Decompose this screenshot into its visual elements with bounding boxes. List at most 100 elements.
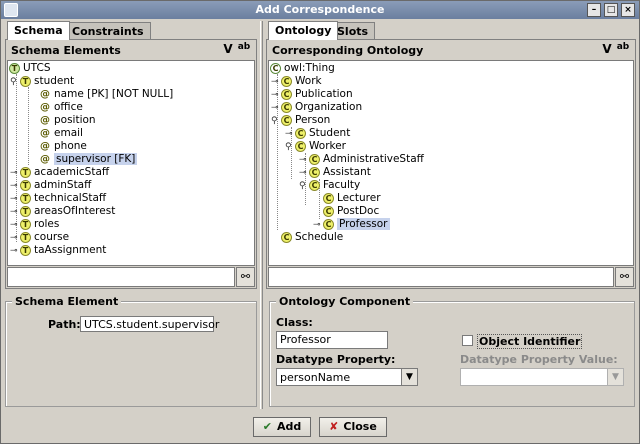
- table-icon: T: [20, 231, 31, 243]
- expanded-handle-icon[interactable]: ⚲: [10, 76, 20, 89]
- tree-node-technicalstaff[interactable]: ⊸ TtechnicalStaff: [10, 192, 106, 205]
- object-identifier-label[interactable]: Object Identifier: [477, 334, 583, 349]
- ab-sort-icon[interactable]: ab: [237, 42, 251, 58]
- class-icon: C: [281, 114, 292, 126]
- datatype-value-label: Datatype Property Value:: [460, 353, 618, 366]
- expanded-handle-icon[interactable]: ⚲: [285, 141, 295, 154]
- tree-node-organization[interactable]: ⊸ C Organization: [271, 101, 362, 114]
- datatype-property-select[interactable]: personName ▼: [276, 368, 418, 386]
- ontology-component-group-title: Ontology Component: [276, 295, 414, 308]
- tree-node-phone[interactable]: @ phone: [40, 140, 87, 153]
- tree-node-student[interactable]: ⊸ C Student: [285, 127, 350, 140]
- tree-node-office[interactable]: @ office: [40, 101, 83, 114]
- tree-node-faculty[interactable]: ⚲ C Faculty: [299, 179, 360, 192]
- tree-node-work[interactable]: ⊸ C Work: [271, 75, 322, 88]
- chevron-down-icon[interactable]: ▼: [607, 369, 623, 385]
- ontology-tabs: Ontology Slots: [266, 21, 636, 40]
- tree-node-postdoc[interactable]: C PostDoc: [323, 205, 379, 218]
- table-icon: T: [20, 179, 31, 191]
- close-button[interactable]: ✘ Close: [319, 417, 387, 437]
- collapsed-handle-icon[interactable]: ⊸: [10, 245, 20, 258]
- tree-node-owl-thing[interactable]: Cowl:Thing: [270, 62, 335, 75]
- ontology-search-row: ⚯: [268, 267, 634, 287]
- window-title: Add Correspondence: [255, 3, 385, 16]
- v-icon[interactable]: V: [600, 42, 614, 58]
- schema-panel: Schema Constraints Schema Elements V ab …: [5, 21, 257, 289]
- class-icon: C: [295, 140, 306, 152]
- table-icon: T: [20, 166, 31, 178]
- ab-sort-icon[interactable]: ab: [616, 42, 630, 58]
- tree-node-roles[interactable]: ⊸ Troles: [10, 218, 59, 231]
- object-identifier-checkbox[interactable]: [462, 335, 473, 346]
- schema-tree[interactable]: T UTCS ⚲ Tstudent @ name [PK] [NOT NULL] @ o…: [7, 60, 255, 266]
- tree-node-professor[interactable]: ⊸ C Professor: [313, 218, 390, 231]
- tab-schema[interactable]: Schema: [7, 21, 70, 40]
- attribute-icon: @: [40, 128, 50, 139]
- tree-node-assistant[interactable]: ⊸ C Assistant: [299, 166, 371, 179]
- tree-node-lecturer[interactable]: C Lecturer: [323, 192, 381, 205]
- tree-node-schedule[interactable]: C Schedule: [281, 231, 343, 244]
- schema-tab-body: Schema Elements V ab T UTCS ⚲ Tstudent @ na…: [5, 39, 257, 289]
- class-icon: C: [281, 231, 292, 243]
- attribute-icon: @: [40, 115, 50, 126]
- add-correspondence-dialog: Add Correspondence – □ × Schema Constrai…: [0, 0, 640, 444]
- expanded-handle-icon[interactable]: ⚲: [299, 180, 309, 193]
- panel-splitter[interactable]: [260, 21, 263, 409]
- class-field[interactable]: Professor: [276, 331, 388, 349]
- tree-node-areasofinterest[interactable]: ⊸ TareasOfInterest: [10, 205, 115, 218]
- tree-node-email[interactable]: @ email: [40, 127, 83, 140]
- ontology-search-input[interactable]: [268, 267, 614, 287]
- chevron-down-icon[interactable]: ▼: [401, 369, 417, 385]
- schema-tree-header: Schema Elements V ab: [7, 41, 255, 59]
- maximize-button[interactable]: □: [604, 3, 618, 17]
- class-icon: C: [309, 166, 320, 178]
- attribute-icon: @: [40, 89, 50, 100]
- tab-ontology[interactable]: Ontology: [268, 21, 339, 40]
- class-icon: C: [323, 218, 334, 230]
- add-button[interactable]: ✔ Add: [253, 417, 311, 437]
- title-bar[interactable]: Add Correspondence – □ ×: [1, 1, 639, 19]
- tree-node-position[interactable]: @ position: [40, 114, 96, 127]
- ontology-tree-header: Corresponding Ontology V ab: [268, 41, 634, 59]
- datatype-value-select[interactable]: ▼: [460, 368, 624, 386]
- schema-tabs: Schema Constraints: [5, 21, 257, 40]
- datatype-property-value: personName: [280, 371, 351, 384]
- v-icon[interactable]: V: [221, 42, 235, 58]
- attribute-icon: @: [40, 141, 50, 152]
- schema-element-group: Schema Element Path: UTCS.student.superv…: [5, 295, 257, 407]
- tree-node-supervisor[interactable]: @ supervisor [FK]: [40, 153, 138, 166]
- tree-node-student[interactable]: ⚲ Tstudent: [10, 75, 74, 88]
- tree-node-administrativestaff[interactable]: ⊸ C AdministrativeStaff: [299, 153, 424, 166]
- table-icon: T: [20, 205, 31, 217]
- tree-node-publication[interactable]: ⊸ C Publication: [271, 88, 353, 101]
- ontology-tab-body: Corresponding Ontology V ab Cowl:Thing ⊸…: [266, 39, 636, 289]
- tree-node-course[interactable]: ⊸ Tcourse: [10, 231, 69, 244]
- tab-constraints[interactable]: Constraints: [65, 22, 151, 39]
- close-window-button[interactable]: ×: [621, 3, 635, 17]
- tree-node-person[interactable]: ⚲ C Person: [271, 114, 330, 127]
- tree-node-name[interactable]: @ name [PK] [NOT NULL]: [40, 88, 173, 101]
- tree-guide: [28, 87, 29, 165]
- path-label: Path:: [48, 318, 81, 331]
- table-icon: T: [20, 218, 31, 230]
- schema-search-input[interactable]: [7, 267, 235, 287]
- tree-node-adminstaff[interactable]: ⊸ TadminStaff: [10, 179, 91, 192]
- binoculars-icon[interactable]: ⚯: [236, 267, 255, 287]
- tree-node-taassignment[interactable]: ⊸ TtaAssignment: [10, 244, 106, 257]
- tree-node-worker[interactable]: ⚲ C Worker: [285, 140, 346, 153]
- ontology-panel: Ontology Slots Corresponding Ontology V …: [266, 21, 636, 289]
- datatype-property-label: Datatype Property:: [276, 353, 396, 366]
- class-icon: C: [309, 153, 320, 165]
- expanded-handle-icon[interactable]: ⚲: [271, 115, 281, 128]
- tree-node-utcs[interactable]: T UTCS: [9, 62, 50, 75]
- minimize-button[interactable]: –: [587, 3, 601, 17]
- class-icon: C: [295, 127, 306, 139]
- ontology-tree[interactable]: Cowl:Thing ⊸ C Work ⊸ C Publication ⊸ C Organi…: [268, 60, 634, 266]
- ontology-component-group: Ontology Component Class: Professor Obje…: [269, 295, 635, 407]
- class-icon: C: [323, 192, 334, 204]
- path-field[interactable]: UTCS.student.supervisor: [80, 316, 219, 332]
- class-icon: C: [309, 179, 320, 191]
- table-icon: T: [20, 75, 31, 87]
- tree-node-academicstaff[interactable]: ⊸ TacademicStaff: [10, 166, 109, 179]
- binoculars-icon[interactable]: ⚯: [615, 267, 634, 287]
